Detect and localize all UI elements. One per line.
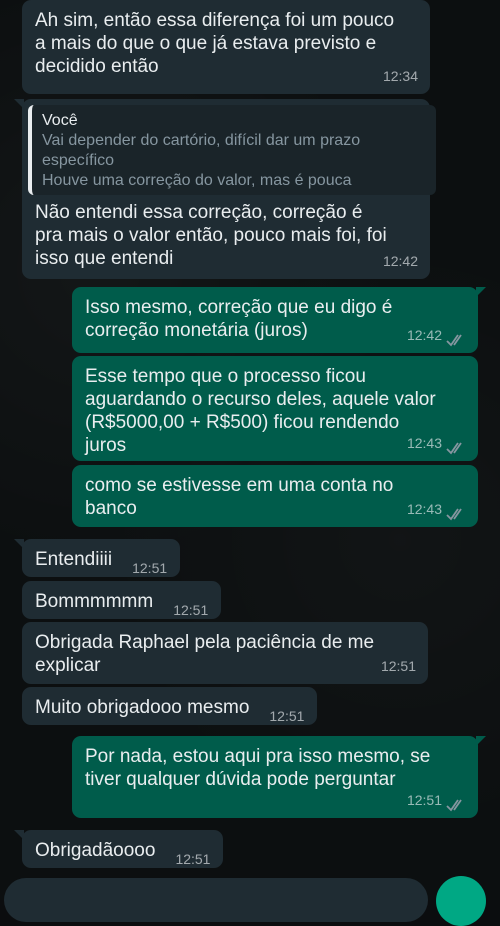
message-text: Obrigadãoooo [35,840,156,861]
incoming-message[interactable]: Obrigada Raphael pela paciência de me ex… [22,622,428,684]
message-text: Entendiiii [35,549,113,570]
message-time: 12:51 [132,560,168,576]
message-time: 12:34 [382,68,418,84]
message-time: 12:42 [382,253,418,269]
outgoing-message[interactable]: como se estivesse em uma conta no banco … [72,465,478,527]
quote-author: Você [42,112,78,129]
quote-text: Vai depender do cartório, difícil dar um… [42,132,361,189]
message-text: Muito obrigadooo mesmo [35,697,250,718]
incoming-message[interactable]: Bommmmmm 12:51 [22,581,222,619]
message-text: Ah sim, então essa diferença foi um pouc… [35,10,395,77]
incoming-message[interactable]: Muito obrigadooo mesmo 12:51 [22,687,318,725]
message-text: Por nada, estou aqui pra isso mesmo, se … [85,746,431,790]
double-check-icon [446,508,462,521]
message-time: 12:43 [406,435,442,451]
message-time: 12:51 [380,658,416,674]
incoming-message[interactable]: Ah sim, então essa diferença foi um pouc… [22,0,430,94]
incoming-message[interactable]: Obrigadãoooo 12:51 [13,830,224,868]
incoming-message-with-reply[interactable]: Você Vai depender do cartório, difícil d… [14,99,436,279]
message-time: 12:51 [175,851,211,867]
double-check-icon [446,799,462,812]
message-time: 12:42 [406,327,442,343]
double-check-icon [446,442,462,455]
mic-icon[interactable] [436,876,486,926]
outgoing-message[interactable]: Esse tempo que o processo ficou aguardan… [72,356,478,461]
message-text: Bommmmmm [35,591,154,612]
outgoing-message[interactable]: Por nada, estou aqui pra isso mesmo, se … [72,736,486,818]
incoming-message[interactable]: Entendiiii 12:51 [13,539,181,577]
message-input-bar[interactable] [4,878,428,922]
message-time: 12:51 [406,792,442,808]
message-text: Não entendi essa correção, correção é pr… [35,202,387,269]
message-time: 12:51 [173,602,209,618]
outgoing-message[interactable]: Isso mesmo, correção que eu digo é corre… [72,287,486,353]
message-text: Obrigada Raphael pela paciência de me ex… [35,632,375,676]
message-time: 12:51 [269,708,305,724]
message-time: 12:43 [406,501,442,517]
double-check-icon [446,334,462,347]
quoted-message[interactable]: Você Vai depender do cartório, difícil d… [28,105,436,195]
